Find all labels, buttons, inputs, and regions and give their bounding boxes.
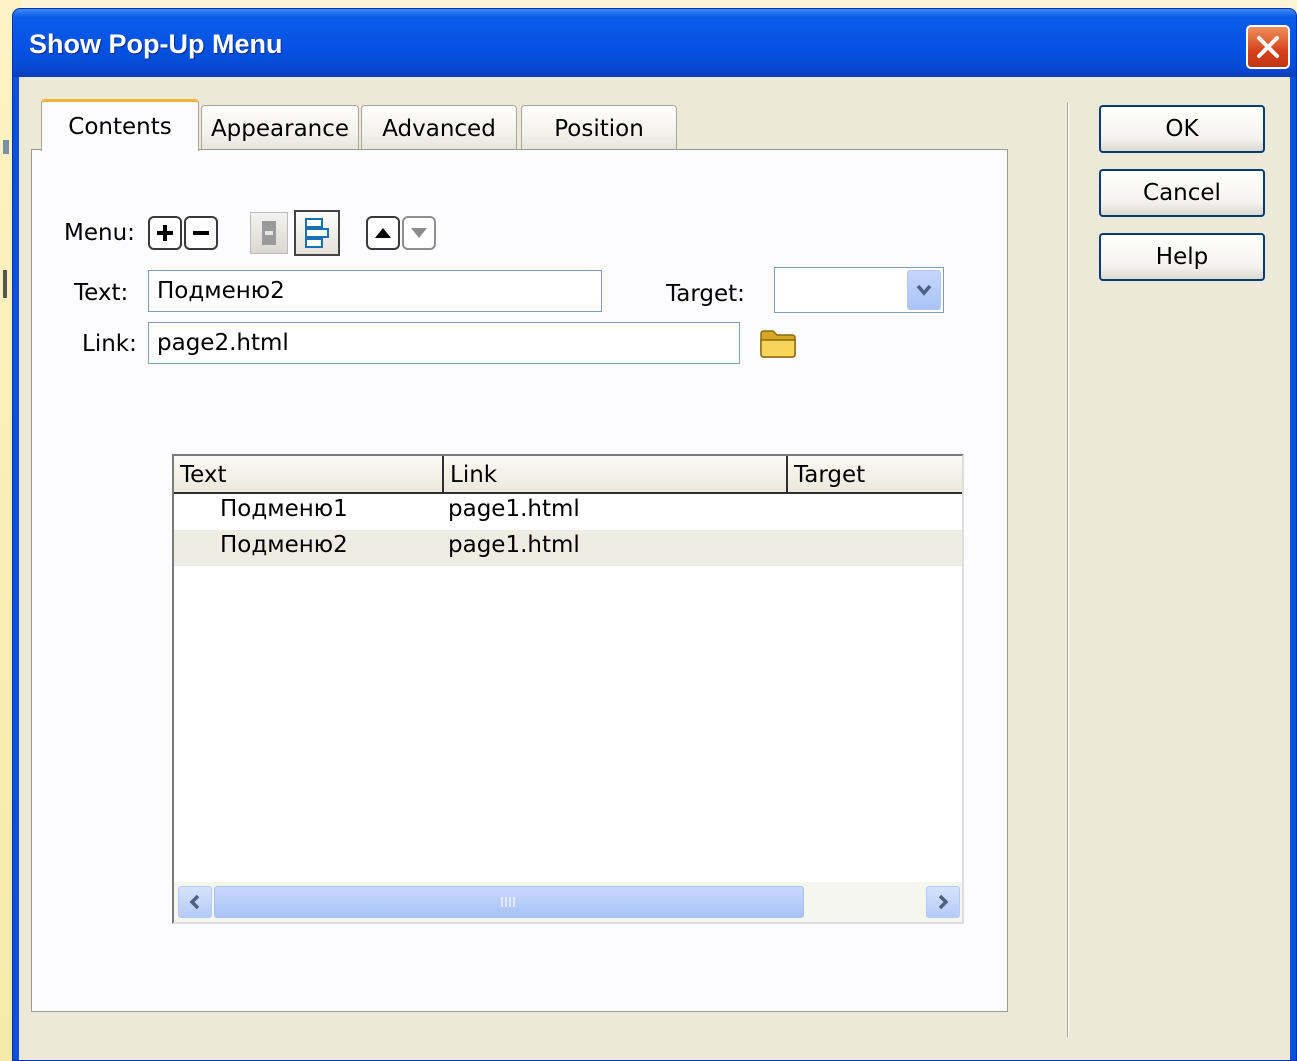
dialog-title: Show Pop-Up Menu xyxy=(29,29,283,59)
link-input[interactable]: page2.html xyxy=(148,322,740,364)
dialog-client-area: Contents Appearance Advanced Position Me… xyxy=(19,77,1290,1060)
chevron-down-icon xyxy=(916,284,932,296)
table-row[interactable]: Подменю1 page1.html xyxy=(174,494,962,530)
table-row[interactable]: Подменю2 page1.html xyxy=(174,530,962,566)
desktop-background-top xyxy=(0,0,1297,8)
cancel-button[interactable]: Cancel xyxy=(1099,169,1265,217)
chevron-left-icon xyxy=(189,894,200,910)
menu-label: Menu: xyxy=(64,220,135,246)
outdent-button[interactable] xyxy=(250,212,288,254)
ok-button[interactable]: OK xyxy=(1099,105,1265,153)
background-mark xyxy=(3,270,7,298)
tab-position[interactable]: Position xyxy=(521,105,677,151)
dialog-window: Show Pop-Up Menu Contents Appearance Adv… xyxy=(12,8,1297,1061)
contents-panel: Menu: Text: Подменю2 Target: Link: page2… xyxy=(31,149,1008,1012)
grip-icon xyxy=(501,897,515,907)
row-text: Подменю1 xyxy=(220,496,348,522)
tab-label: Advanced xyxy=(382,115,496,142)
horizontal-scrollbar[interactable] xyxy=(174,882,962,922)
outdent-icon xyxy=(262,221,276,245)
row-link: page1.html xyxy=(448,496,580,522)
text-label: Text: xyxy=(74,280,129,306)
scroll-thumb[interactable] xyxy=(214,886,804,918)
arrow-down-icon xyxy=(411,228,427,238)
tab-label: Position xyxy=(554,115,644,142)
column-header-target[interactable]: Target xyxy=(788,456,962,492)
close-button[interactable] xyxy=(1246,25,1290,69)
scroll-left-button[interactable] xyxy=(178,886,212,918)
folder-icon xyxy=(760,330,796,358)
indent-icon xyxy=(305,218,329,248)
dropdown-button[interactable] xyxy=(907,270,941,310)
chevron-right-icon xyxy=(938,894,949,910)
title-bar[interactable]: Show Pop-Up Menu xyxy=(13,9,1296,77)
remove-item-button[interactable] xyxy=(184,216,218,250)
tab-label: Appearance xyxy=(210,115,350,142)
column-header-text[interactable]: Text xyxy=(174,456,444,492)
target-label: Target: xyxy=(666,281,745,307)
close-icon xyxy=(1257,36,1279,58)
row-link: page1.html xyxy=(448,532,580,558)
column-header-link[interactable]: Link xyxy=(444,456,788,492)
link-label: Link: xyxy=(82,331,137,357)
help-button[interactable]: Help xyxy=(1099,233,1265,281)
grid-header: Text Link Target xyxy=(174,456,962,494)
add-item-button[interactable] xyxy=(148,216,182,250)
target-select[interactable] xyxy=(774,267,944,313)
background-mark xyxy=(3,140,9,154)
menu-items-grid[interactable]: Text Link Target Подменю1 page1.html Под… xyxy=(172,454,964,924)
tab-appearance[interactable]: Appearance xyxy=(201,105,359,151)
tab-advanced[interactable]: Advanced xyxy=(361,105,517,151)
row-text: Подменю2 xyxy=(220,532,348,558)
scroll-right-button[interactable] xyxy=(926,886,960,918)
browse-button[interactable] xyxy=(758,326,800,364)
tab-contents[interactable]: Contents xyxy=(41,99,199,151)
arrow-up-icon xyxy=(375,228,391,238)
move-up-button[interactable] xyxy=(366,216,400,250)
minus-icon xyxy=(193,231,209,235)
move-down-button[interactable] xyxy=(402,216,436,250)
plus-icon xyxy=(157,225,173,241)
text-input[interactable]: Подменю2 xyxy=(148,270,602,312)
tab-label: Contents xyxy=(68,113,172,140)
indent-button[interactable] xyxy=(294,210,340,256)
vertical-separator xyxy=(1067,102,1069,1037)
